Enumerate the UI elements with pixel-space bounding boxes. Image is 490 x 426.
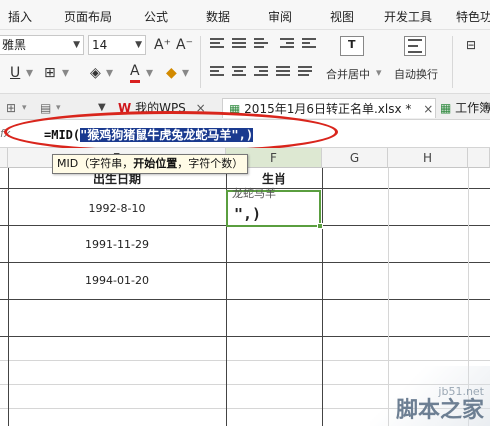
font-name-value: 雅黑 — [2, 38, 27, 52]
tab-data[interactable]: 数据 — [206, 8, 230, 25]
ribbon-toolbar: 雅黑 ▼ 14 ▼ A⁺ A⁻ U ▾ ⊞ ▾ ◈ ▾ A ▾ ◆ ▾ T 合并… — [0, 30, 490, 94]
active-cell-overflow-text: 龙蛇马羊 — [232, 187, 276, 200]
tab-workbook-label: 2015年1月6日转正名单.xlsx * — [244, 102, 412, 116]
column-header-g[interactable]: G — [322, 148, 388, 168]
clear-format-icon[interactable]: ◆ — [166, 64, 177, 82]
font-color-button[interactable]: A — [130, 62, 140, 83]
tab-insert[interactable]: 插入 — [8, 8, 32, 25]
tab-features[interactable]: 特色功 — [456, 8, 490, 25]
toolbar-divider — [200, 36, 201, 88]
active-cell-text: ",) — [234, 205, 262, 223]
font-size-value: 14 — [92, 38, 108, 52]
tab-view[interactable]: 视图 — [330, 8, 354, 25]
fill-handle[interactable] — [317, 223, 323, 229]
chevron-down-icon[interactable]: ▾ — [22, 98, 27, 118]
chevron-down-icon[interactable]: ▾ — [26, 64, 33, 82]
cell-birth-date-2[interactable]: 1991-11-29 — [8, 238, 226, 251]
grid-icon[interactable]: ⊞ — [6, 98, 16, 118]
chevron-down-icon[interactable]: ▾ — [62, 64, 69, 82]
function-tooltip: MID（字符串，开始位置，字符个数） — [52, 154, 249, 174]
merge-center-icon[interactable]: T — [340, 36, 364, 56]
font-name-select[interactable]: 雅黑 ▼ — [0, 35, 84, 55]
align-center-icon[interactable] — [232, 66, 246, 78]
align-right-icon[interactable] — [254, 66, 268, 78]
row-header-corner — [0, 148, 8, 168]
chevron-down-icon[interactable]: ▾ — [182, 64, 189, 82]
align-left-icon[interactable] — [210, 66, 224, 78]
new-icon[interactable]: ▤ — [40, 98, 51, 118]
chevron-down-icon[interactable]: ▾ — [106, 64, 113, 82]
align-justify-icon[interactable] — [276, 66, 290, 78]
spreadsheet-grid: E F G H 出生日期 生肖 1992-8-10 1991-11-29 199… — [0, 148, 490, 426]
watermark-name: 脚本之家 — [395, 397, 484, 423]
tab-other-workbook[interactable]: ▦ 工作簿 — [440, 98, 490, 118]
chevron-down-icon[interactable]: ▾ — [56, 98, 61, 118]
chevron-down-icon: ▼ — [73, 40, 80, 50]
fill-color-icon[interactable]: ◈ — [90, 64, 101, 82]
format-icon[interactable]: ⊟ — [466, 36, 476, 54]
ribbon-menu-bar: 插入 页面布局 公式 数据 审阅 视图 开发工具 特色功 — [0, 0, 490, 30]
grow-font-icon[interactable]: A⁺ — [154, 36, 171, 54]
column-divider — [322, 168, 323, 426]
underline-button[interactable]: U — [10, 64, 20, 82]
active-cell-f[interactable]: 龙蛇马羊 ",) — [226, 187, 321, 227]
tooltip-func: MID（字符串， — [57, 157, 134, 170]
wrap-text-button[interactable]: 自动换行 — [394, 66, 438, 82]
column-header-h[interactable]: H — [388, 148, 468, 168]
chevron-down-icon[interactable]: ▾ — [146, 64, 153, 82]
column-header-i[interactable] — [468, 148, 490, 168]
row-divider — [0, 336, 490, 337]
tooltip-rest: ，字符个数） — [177, 157, 244, 170]
tab-page-layout[interactable]: 页面布局 — [64, 8, 112, 25]
row-divider — [0, 299, 490, 300]
align-middle-icon[interactable] — [232, 38, 246, 50]
tab-formulas[interactable]: 公式 — [144, 8, 168, 25]
indent-decrease-icon[interactable] — [280, 38, 294, 50]
row-divider — [0, 360, 490, 361]
merge-center-button[interactable]: 合并居中 — [326, 66, 370, 82]
spreadsheet-icon: ▦ — [440, 101, 452, 115]
cell-birth-date-1[interactable]: 1992-8-10 — [8, 202, 226, 215]
watermark: jb51.net 脚本之家 — [396, 385, 484, 422]
tab-other-label: 工作簿 — [455, 101, 490, 115]
close-icon[interactable]: × — [423, 102, 433, 116]
row-divider — [0, 262, 490, 263]
chevron-down-icon: ▼ — [135, 40, 142, 50]
align-top-icon[interactable] — [210, 38, 224, 50]
chevron-down-icon[interactable]: ▾ — [376, 66, 382, 79]
align-bottom-icon[interactable] — [254, 38, 268, 50]
tab-review[interactable]: 审阅 — [268, 8, 292, 25]
shrink-font-icon[interactable]: A⁻ — [176, 36, 193, 54]
cell-birth-date-3[interactable]: 1994-01-20 — [8, 274, 226, 287]
border-icon[interactable]: ⊞ — [44, 64, 56, 82]
tab-developer[interactable]: 开发工具 — [384, 8, 432, 25]
tooltip-current-arg: 开始位置 — [133, 157, 178, 170]
highlight-ellipse — [4, 111, 338, 153]
font-size-select[interactable]: 14 ▼ — [88, 35, 146, 55]
indent-increase-icon[interactable] — [302, 38, 316, 50]
distribute-icon[interactable] — [298, 66, 312, 78]
wrap-text-icon[interactable] — [404, 36, 426, 56]
toolbar-divider — [452, 36, 453, 88]
